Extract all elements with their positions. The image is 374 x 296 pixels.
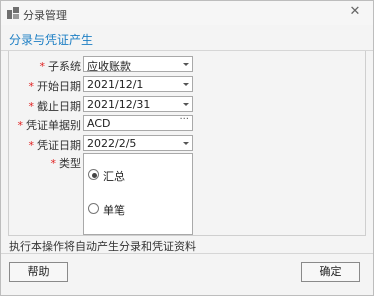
radio-single[interactable]: 单笔 xyxy=(88,202,188,217)
row-subsystem: * 子系统 应收账款 xyxy=(9,56,209,73)
end-date-value: 2021/12/31 xyxy=(87,98,151,111)
chevron-down-icon[interactable] xyxy=(183,63,189,66)
app-icon xyxy=(7,7,19,19)
form-panel: * 子系统 应收账款 * 开始日期 2021/12/1 * 截止日期 2021/12/… xyxy=(8,51,366,236)
info-text: 执行本操作将自动产生分录和凭证资料 xyxy=(9,240,196,253)
title-bar: 分录管理 ✕ xyxy=(1,1,373,25)
radio-single-label: 单笔 xyxy=(103,204,125,217)
radio-summary-label: 汇总 xyxy=(103,170,125,183)
footer-divider xyxy=(1,253,373,254)
help-button[interactable]: 帮助 xyxy=(9,262,68,282)
row-voucher-date: * 凭证日期 2022/2/5 xyxy=(9,135,209,152)
close-icon[interactable]: ✕ xyxy=(347,4,363,20)
type-label: * 类型 xyxy=(50,157,82,170)
voucher-date-value: 2022/2/5 xyxy=(87,137,137,150)
window-title: 分录管理 xyxy=(23,9,67,22)
start-date-value: 2021/12/1 xyxy=(87,78,144,91)
row-start-date: * 开始日期 2021/12/1 xyxy=(9,76,209,93)
row-voucher-doc-type: * 凭证单据别 ACD ··· xyxy=(9,114,209,132)
start-date-label: * 开始日期 xyxy=(28,80,82,93)
ok-button[interactable]: 确定 xyxy=(301,262,360,282)
subsystem-dropdown[interactable]: 应收账款 xyxy=(83,56,193,73)
voucher-date-field[interactable]: 2022/2/5 xyxy=(83,135,193,151)
subsystem-label: * 子系统 xyxy=(39,60,82,73)
voucher-date-label: * 凭证日期 xyxy=(28,139,82,152)
chevron-down-icon[interactable] xyxy=(183,142,189,145)
radio-unchecked-icon[interactable] xyxy=(88,203,99,214)
subsystem-value: 应收账款 xyxy=(87,60,131,73)
chevron-down-icon[interactable] xyxy=(183,83,189,86)
dialog-window: 分录管理 ✕ 分录与凭证产生 * 子系统 应收账款 * 开始日期 2021/12/1… xyxy=(0,0,374,296)
ellipsis-icon[interactable]: ··· xyxy=(179,114,189,125)
voucher-doc-type-label: * 凭证单据别 xyxy=(17,119,82,132)
section-heading: 分录与凭证产生 xyxy=(9,33,94,47)
chevron-down-icon[interactable] xyxy=(183,103,189,106)
end-date-field[interactable]: 2021/12/31 xyxy=(83,96,193,112)
row-end-date: * 截止日期 2021/12/31 xyxy=(9,96,209,113)
radio-summary[interactable]: 汇总 xyxy=(88,168,188,183)
voucher-doc-type-field[interactable]: ACD ··· xyxy=(83,114,193,131)
end-date-label: * 截止日期 xyxy=(28,100,82,113)
start-date-field[interactable]: 2021/12/1 xyxy=(83,76,193,92)
radio-checked-icon[interactable] xyxy=(88,169,99,180)
type-radio-group: 汇总 单笔 xyxy=(83,153,193,235)
voucher-doc-type-value: ACD xyxy=(87,117,111,130)
